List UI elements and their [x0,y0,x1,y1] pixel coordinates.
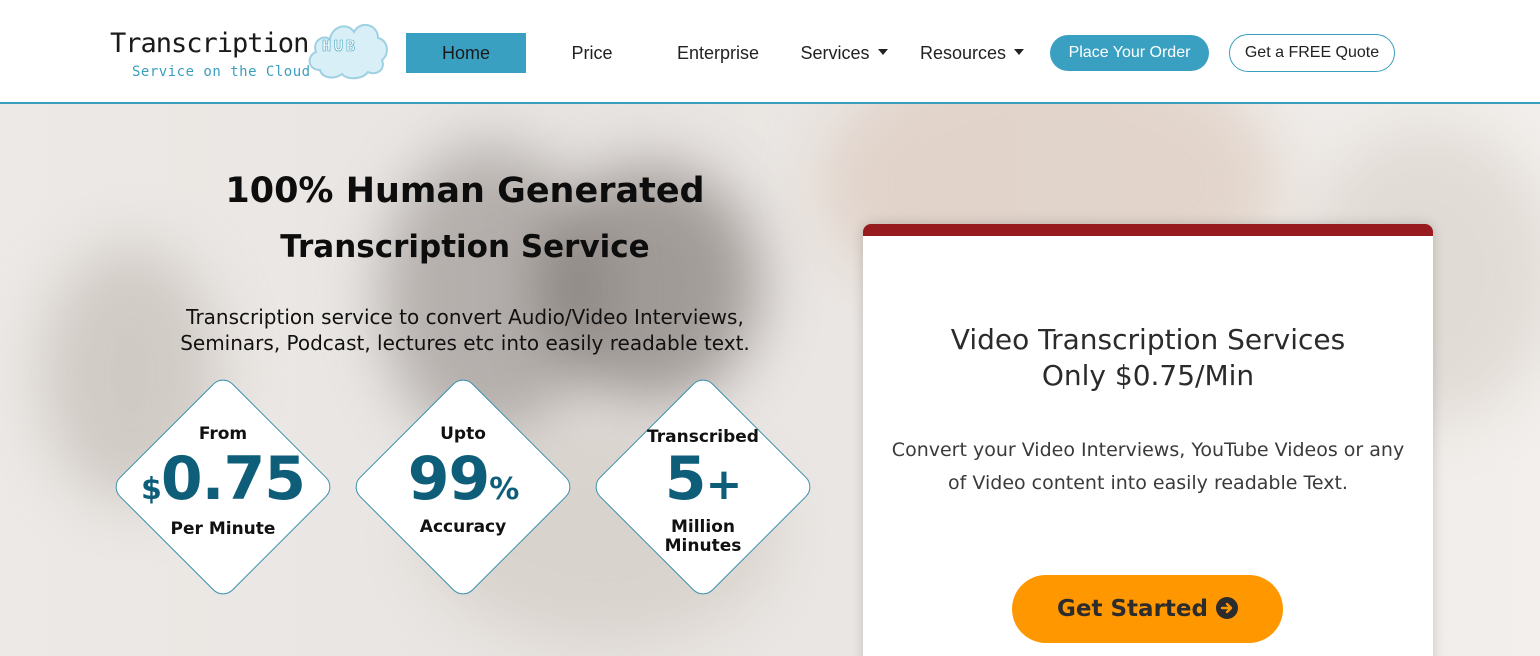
hero-title-line: 100% Human Generated [225,171,705,211]
badge-bottom-text: Minutes [664,536,742,556]
logo-wordmark: Transcription [110,28,309,59]
hero-section: 100% Human Generated Transcription Servi… [0,104,1540,656]
place-order-button[interactable]: Place Your Order [1050,35,1209,71]
nav-home[interactable]: Home [406,33,526,73]
free-quote-button[interactable]: Get a FREE Quote [1229,34,1395,72]
nav-resources-label: Resources [919,43,1007,63]
logo-hub-text: HUB [322,37,359,56]
get-started-label: Get Started [1057,596,1208,622]
badge-bottom-text: Per Minute [170,519,276,539]
chevron-down-icon [1014,49,1025,56]
badge-suffix: % [489,472,519,507]
badge-top-text: Upto [440,424,486,444]
badge-value: 99% [350,444,576,514]
hero-subtitle-line: Seminars, Podcast, lectures etc into eas… [180,331,750,355]
card-description: Convert your Video Interviews, YouTube V… [883,434,1413,500]
hero-subtitle: Transcription service to convert Audio/V… [160,304,770,356]
logo-tagline: Service on the Cloud [132,64,311,80]
hero-title-line: Transcription Service [280,229,650,265]
chevron-down-icon [877,49,888,56]
badge-bottom-text: Accuracy [419,517,507,537]
get-started-button[interactable]: Get Started [1012,575,1283,643]
nav-services-label: Services [800,43,870,63]
hero-subtitle-line: Transcription service to convert Audio/V… [186,305,744,329]
card-description-line: Convert your Video Interviews, YouTube V… [891,439,1405,461]
badge-number: 5 [664,444,707,514]
price-badge: From $0.75 Per Minute [109,373,337,601]
badge-bottom-text: Million [670,517,735,537]
badge-value: $0.75 [110,444,336,514]
nav-price[interactable]: Price [552,33,632,73]
site-logo[interactable]: Transcription HUB Service on the Cloud [110,12,390,84]
card-title-line: Only $0.75/Min [1041,359,1255,392]
badge-prefix: $ [141,472,162,507]
badge-top-text: From [198,424,248,444]
badge-suffix: + [705,459,742,510]
arrow-circle-right-icon [1215,596,1238,619]
nav-resources[interactable]: Resources [914,33,1030,73]
card-title: Video Transcription Services Only $0.75/… [863,322,1433,394]
nav-enterprise[interactable]: Enterprise [668,33,768,73]
volume-badge: Transcribed 5+ Million Minutes [589,373,817,601]
badge-number: 99 [407,444,490,514]
accuracy-badge: Upto 99% Accuracy [349,373,577,601]
badge-number: 0.75 [160,444,306,514]
video-transcription-card: Video Transcription Services Only $0.75/… [863,224,1433,656]
card-title-line: Video Transcription Services [950,323,1346,356]
card-description-line: of Video content into easily readable Te… [948,472,1348,494]
nav-services[interactable]: Services [796,33,892,73]
site-header: Transcription HUB Service on the Cloud H… [0,0,1540,104]
badge-value: 5+ [590,444,816,514]
hero-title: 100% Human Generated Transcription Servi… [170,166,760,278]
